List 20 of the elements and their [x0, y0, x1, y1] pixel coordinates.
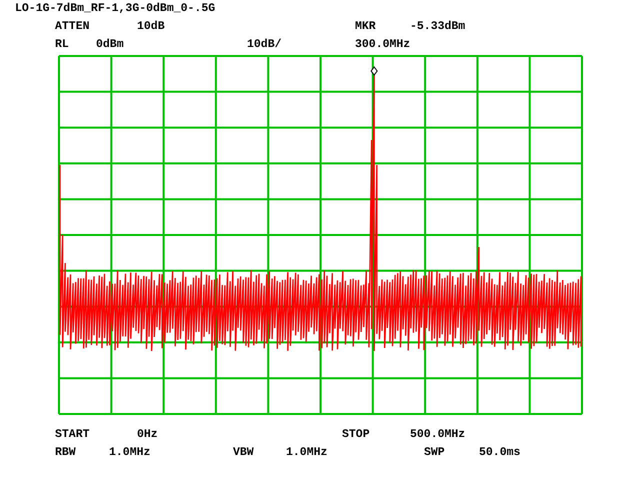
- readout-text: VBW: [233, 445, 254, 461]
- readout-text: MKR: [355, 19, 376, 35]
- file-title: LO-1G-7dBm_RF-1,3G-0dBm_0-.5G: [15, 2, 216, 15]
- readout-text: START: [55, 427, 90, 443]
- marker-icon: [370, 66, 378, 76]
- readout-text: ATTEN: [55, 19, 90, 35]
- readout-text: 0Hz: [137, 427, 158, 443]
- readout-text: 300.0MHz: [355, 37, 410, 53]
- readout-text: 0dBm: [96, 37, 124, 53]
- readout-text: 1.0MHz: [286, 445, 328, 461]
- readout-text: SWP: [424, 445, 445, 461]
- readout-text: RL: [55, 37, 69, 53]
- readout-text: 50.0ms: [479, 445, 520, 461]
- readout-text: 10dB/: [247, 37, 282, 53]
- readout-text: 10dB: [137, 19, 165, 35]
- readout-text: STOP: [342, 427, 370, 443]
- readout-text: 500.0MHz: [410, 427, 466, 443]
- readout-text: -5.33dBm: [410, 19, 466, 35]
- readout-text: 1.0MHz: [109, 445, 150, 461]
- readout-text: RBW: [55, 445, 76, 461]
